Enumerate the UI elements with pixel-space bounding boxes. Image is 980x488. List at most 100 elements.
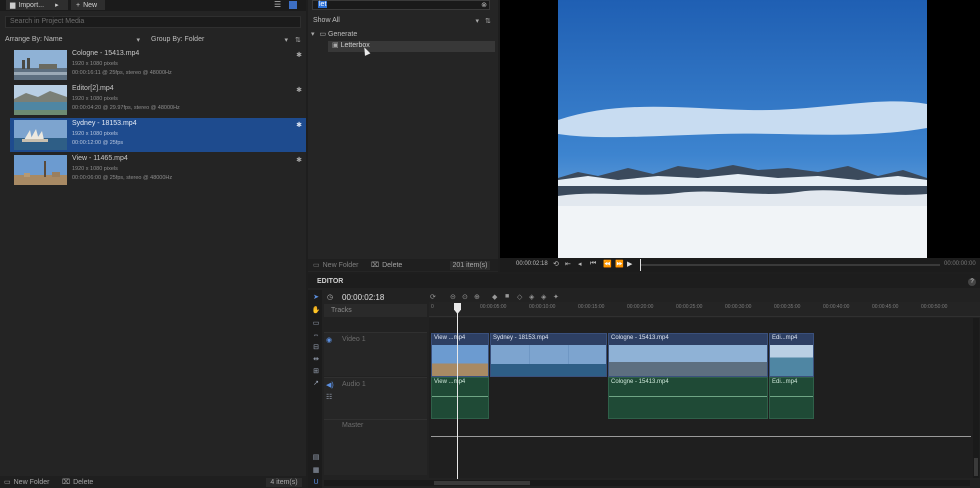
save-icon[interactable]: ▤ [311,452,321,462]
record-icon[interactable]: ⊝ [450,293,456,301]
keyframe-prev-icon[interactable]: ◈ [529,293,534,301]
select-tool-icon[interactable]: ➤ [311,292,321,302]
horizontal-scroll-thumb[interactable] [434,481,530,485]
clip-thumbnail-water [491,364,606,376]
group-by-select[interactable]: Group By: Folder ▾ [151,36,288,46]
media-item-editor[interactable]: Editor[2].mp4 1920 x 1080 pixels 00:00:0… [10,83,306,117]
delete-button[interactable]: ⌧ Delete [62,477,93,487]
video-clip-view[interactable]: View ...mp4 [431,333,489,377]
effects-search-input[interactable]: let ⊗ [312,0,490,10]
sort-icon[interactable]: ⇅ [295,36,301,44]
effects-search-value: let [318,1,328,8]
play-icon[interactable]: ▶ [627,260,632,268]
grid-view-icon[interactable] [289,1,297,9]
clip-thumbnail [432,345,488,376]
magnet-icon[interactable]: U [311,477,321,487]
viewer-scrubber[interactable] [640,264,940,266]
master-track-label: Master [342,422,364,429]
media-item-cologne[interactable]: Cologne - 15413.mp4 1920 x 1080 pixels 0… [10,48,306,82]
ripple-tool-icon[interactable]: ⊟ [311,342,321,352]
tree-item-letterbox[interactable]: ▣ Letterbox [328,41,495,52]
clip-title: View ...mp4 [434,335,466,341]
master-volume-line[interactable] [431,436,971,437]
step-back-icon[interactable]: ◂ [578,260,582,268]
chevron-down-icon: ▾ [284,37,288,44]
new-folder-button[interactable]: ▭ New Folder [4,477,49,487]
list-view-icon[interactable]: ☰ [274,1,282,9]
add-keyframe-icon[interactable]: ✦ [553,293,559,301]
sort-icon[interactable]: ⇅ [485,17,491,25]
razor-tool-icon[interactable]: ▭ [311,318,321,328]
volume-line[interactable] [432,396,488,397]
folder-icon: ▆ [10,2,16,9]
keyframe-icon[interactable]: ◇ [517,293,522,301]
tracks-label: Tracks [331,307,352,314]
roll-tool-icon[interactable]: ⇹ [311,354,321,364]
target-icon[interactable]: ⊙ [462,293,468,301]
chevron-down-icon: ▾ [136,37,140,44]
arrange-by-select[interactable]: Arrange By: Name ▾ [5,36,143,46]
media-search-input[interactable]: Search in Project Media [5,16,301,28]
media-title: Cologne - 15413.mp4 [72,50,140,57]
clear-icon[interactable]: ⊗ [481,1,487,9]
video-clip-editor[interactable]: Edi...mp4 [769,333,814,377]
help-icon[interactable]: ? [968,278,976,286]
audio-clip-editor[interactable]: Edi...mp4 [769,377,814,419]
rewind-icon[interactable]: ⏪ [603,260,612,268]
marker-icon[interactable]: ◆ [492,293,497,301]
show-all-select[interactable]: Show All ▾ [313,17,479,27]
delete-button[interactable]: ⌧ Delete [371,260,402,270]
gear-icon[interactable]: ✱ [296,156,302,164]
horizontal-scrollbar[interactable] [324,480,970,486]
pen-tool-icon[interactable]: ↗ [311,378,321,388]
timeline-loop-icon[interactable]: ⟳ [430,293,436,301]
new-folder-button[interactable]: ▭ New Folder [313,260,358,270]
audio-clip-cologne[interactable]: Cologne - 15413.mp4 [608,377,768,419]
media-title: View - 11465.mp4 [72,155,128,162]
gear-icon[interactable]: ✱ [296,51,302,59]
ruler-tick-label: 00:00:10:00 [529,304,556,310]
go-start-icon[interactable]: ⇤ [565,260,571,268]
media-item-view[interactable]: View - 11465.mp4 1920 x 1080 pixels 00:0… [10,153,306,187]
import-label: Import... [18,1,45,9]
video-clip-cologne[interactable]: Cologne - 15413.mp4 [608,333,768,377]
render-icon[interactable]: ▦ [311,465,321,475]
volume-line[interactable] [770,396,813,397]
audio-settings-icon[interactable]: ☷ [326,393,332,401]
speaker-icon[interactable]: ◀) [326,381,334,389]
snap-icon[interactable]: ⊕ [474,293,480,301]
vertical-scroll-thumb[interactable] [974,458,978,476]
ruler-tick-label: 00:00:50:00 [921,304,948,310]
media-title: Editor[2].mp4 [72,85,114,92]
media-info: 00:00:12:00 @ 25fps [72,140,124,146]
timeline-playhead[interactable] [457,303,458,479]
tree-folder-generate[interactable]: ▾ ▭ Generate [311,30,495,40]
loop-icon[interactable]: ⟲ [553,260,559,268]
gear-icon[interactable]: ✱ [296,86,302,94]
keyframe-next-icon[interactable]: ◈ [541,293,546,301]
new-label: New [83,1,98,9]
slip-tool-icon[interactable]: ⇔ [311,330,321,340]
clip-title: Edi...mp4 [772,379,798,385]
hand-tool-icon[interactable]: ✋ [311,305,321,315]
video-clip-sydney[interactable]: Sydney - 18153.mp4 [490,333,607,377]
media-resolution: 1920 x 1080 pixels [72,61,118,67]
forward-icon[interactable]: ⏩ [615,260,624,268]
delete-label: Delete [73,478,94,486]
eye-icon[interactable]: ◉ [326,336,332,344]
viewer-playhead[interactable] [640,259,641,271]
arrange-label: Arrange By: Name [5,36,63,43]
search-placeholder: Search in Project Media [10,18,85,25]
media-item-sydney[interactable]: Sydney - 18153.mp4 1920 x 1080 pixels 00… [10,118,306,152]
audio-clip-view[interactable]: View ...mp4 [431,377,489,419]
folder-icon: ▭ [319,31,327,38]
import-button[interactable]: ▆ Import... ▸ [6,0,68,10]
editor-timecode: 00:00:02:18 [342,293,385,302]
rate-tool-icon[interactable]: ⊞ [311,366,321,376]
prev-frame-icon[interactable]: ⏮ [590,260,596,268]
stop-icon[interactable]: ■ [505,293,509,300]
new-button[interactable]: + New [71,0,105,10]
volume-line[interactable] [609,396,767,397]
gear-icon[interactable]: ✱ [296,121,302,129]
vertical-scrollbar[interactable] [973,318,979,478]
